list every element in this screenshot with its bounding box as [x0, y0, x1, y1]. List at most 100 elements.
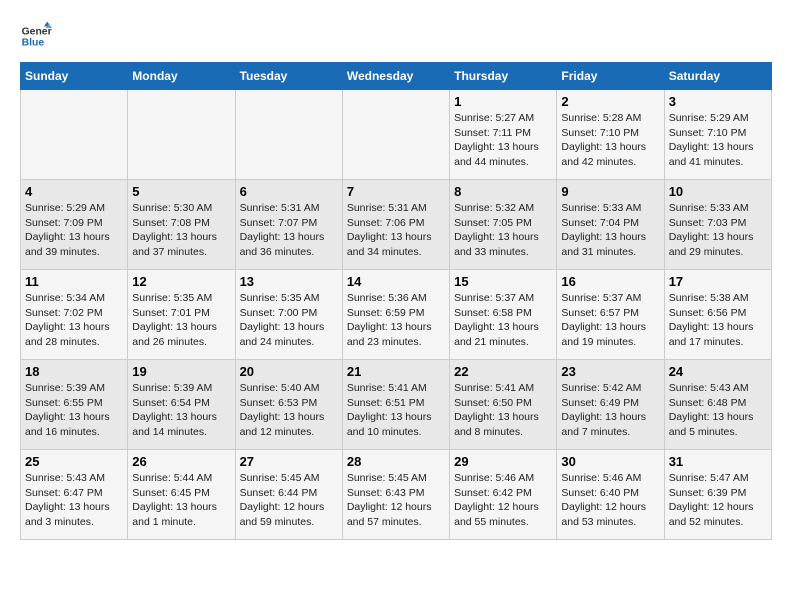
- calendar-week-row: 1Sunrise: 5:27 AM Sunset: 7:11 PM Daylig…: [21, 90, 772, 180]
- day-number: 14: [347, 274, 445, 289]
- day-header-saturday: Saturday: [664, 63, 771, 90]
- calendar-cell: 23Sunrise: 5:42 AM Sunset: 6:49 PM Dayli…: [557, 360, 664, 450]
- day-content: Sunrise: 5:43 AM Sunset: 6:47 PM Dayligh…: [25, 471, 123, 530]
- day-content: Sunrise: 5:28 AM Sunset: 7:10 PM Dayligh…: [561, 111, 659, 170]
- calendar-cell: 8 Sunrise: 5:32 AM Sunset: 7:05 PM Daylig…: [450, 180, 557, 270]
- day-content: Sunrise: 5:32 AM Sunset: 7:05 PM Dayligh…: [454, 201, 552, 260]
- calendar-cell: 16 Sunrise: 5:37 AM Sunset: 6:57 PM Dayli…: [557, 270, 664, 360]
- calendar-cell: 27 Sunrise: 5:45 AM Sunset: 6:44 PM Dayli…: [235, 450, 342, 540]
- day-content: Sunrise: 5:39 AM Sunset: 6:54 PM Dayligh…: [132, 381, 230, 440]
- calendar-cell: 14 Sunrise: 5:36 AM Sunset: 6:59 PM Dayli…: [342, 270, 449, 360]
- calendar-header-row: SundayMondayTuesdayWednesdayThursdayFrid…: [21, 63, 772, 90]
- calendar-cell: 26 Sunrise: 5:44 AM Sunset: 6:45 PM Dayli…: [128, 450, 235, 540]
- day-number: 18: [25, 364, 123, 379]
- calendar-cell: 24Sunrise: 5:43 AM Sunset: 6:48 PM Dayli…: [664, 360, 771, 450]
- day-number: 16: [561, 274, 659, 289]
- day-number: 11: [25, 274, 123, 289]
- calendar-cell: 17 Sunrise: 5:38 AM Sunset: 6:56 PM Dayli…: [664, 270, 771, 360]
- calendar-cell: 25 Sunrise: 5:43 AM Sunset: 6:47 PM Dayli…: [21, 450, 128, 540]
- day-content: Sunrise: 5:45 AM Sunset: 6:43 PM Dayligh…: [347, 471, 445, 530]
- calendar-cell: 7 Sunrise: 5:31 AM Sunset: 7:06 PM Daylig…: [342, 180, 449, 270]
- day-number: 6: [240, 184, 338, 199]
- calendar-cell: 15 Sunrise: 5:37 AM Sunset: 6:58 PM Dayli…: [450, 270, 557, 360]
- day-number: 30: [561, 454, 659, 469]
- page-header: General Blue: [20, 20, 772, 52]
- day-number: 25: [25, 454, 123, 469]
- day-content: Sunrise: 5:33 AM Sunset: 7:03 PM Dayligh…: [669, 201, 767, 260]
- day-number: 17: [669, 274, 767, 289]
- day-number: 22: [454, 364, 552, 379]
- calendar-cell: [21, 90, 128, 180]
- day-content: Sunrise: 5:31 AM Sunset: 7:06 PM Dayligh…: [347, 201, 445, 260]
- day-content: Sunrise: 5:33 AM Sunset: 7:04 PM Dayligh…: [561, 201, 659, 260]
- day-content: Sunrise: 5:37 AM Sunset: 6:57 PM Dayligh…: [561, 291, 659, 350]
- day-content: Sunrise: 5:35 AM Sunset: 7:01 PM Dayligh…: [132, 291, 230, 350]
- day-number: 3: [669, 94, 767, 109]
- calendar-cell: 18 Sunrise: 5:39 AM Sunset: 6:55 PM Dayli…: [21, 360, 128, 450]
- calendar-week-row: 25 Sunrise: 5:43 AM Sunset: 6:47 PM Dayli…: [21, 450, 772, 540]
- day-content: Sunrise: 5:45 AM Sunset: 6:44 PM Dayligh…: [240, 471, 338, 530]
- day-number: 15: [454, 274, 552, 289]
- calendar-table: SundayMondayTuesdayWednesdayThursdayFrid…: [20, 62, 772, 540]
- day-number: 29: [454, 454, 552, 469]
- day-number: 1: [454, 94, 552, 109]
- day-number: 21: [347, 364, 445, 379]
- day-number: 13: [240, 274, 338, 289]
- day-header-friday: Friday: [557, 63, 664, 90]
- calendar-cell: [342, 90, 449, 180]
- day-content: Sunrise: 5:40 AM Sunset: 6:53 PM Dayligh…: [240, 381, 338, 440]
- day-number: 27: [240, 454, 338, 469]
- day-number: 28: [347, 454, 445, 469]
- day-number: 8: [454, 184, 552, 199]
- day-content: Sunrise: 5:30 AM Sunset: 7:08 PM Dayligh…: [132, 201, 230, 260]
- day-header-sunday: Sunday: [21, 63, 128, 90]
- day-content: Sunrise: 5:46 AM Sunset: 6:40 PM Dayligh…: [561, 471, 659, 530]
- day-content: Sunrise: 5:39 AM Sunset: 6:55 PM Dayligh…: [25, 381, 123, 440]
- day-number: 7: [347, 184, 445, 199]
- day-content: Sunrise: 5:31 AM Sunset: 7:07 PM Dayligh…: [240, 201, 338, 260]
- day-content: Sunrise: 5:38 AM Sunset: 6:56 PM Dayligh…: [669, 291, 767, 350]
- svg-text:Blue: Blue: [22, 38, 45, 49]
- calendar-cell: 31 Sunrise: 5:47 AM Sunset: 6:39 PM Dayli…: [664, 450, 771, 540]
- logo-icon: General Blue: [20, 20, 52, 52]
- calendar-cell: 13 Sunrise: 5:35 AM Sunset: 7:00 PM Dayli…: [235, 270, 342, 360]
- calendar-cell: 6 Sunrise: 5:31 AM Sunset: 7:07 PM Daylig…: [235, 180, 342, 270]
- day-content: Sunrise: 5:44 AM Sunset: 6:45 PM Dayligh…: [132, 471, 230, 530]
- day-number: 9: [561, 184, 659, 199]
- day-number: 20: [240, 364, 338, 379]
- day-number: 19: [132, 364, 230, 379]
- day-header-thursday: Thursday: [450, 63, 557, 90]
- day-number: 5: [132, 184, 230, 199]
- calendar-week-row: 4Sunrise: 5:29 AM Sunset: 7:09 PM Daylig…: [21, 180, 772, 270]
- day-number: 31: [669, 454, 767, 469]
- calendar-cell: 4Sunrise: 5:29 AM Sunset: 7:09 PM Daylig…: [21, 180, 128, 270]
- calendar-cell: 28 Sunrise: 5:45 AM Sunset: 6:43 PM Dayli…: [342, 450, 449, 540]
- calendar-cell: 5 Sunrise: 5:30 AM Sunset: 7:08 PM Daylig…: [128, 180, 235, 270]
- day-number: 2: [561, 94, 659, 109]
- calendar-cell: 1Sunrise: 5:27 AM Sunset: 7:11 PM Daylig…: [450, 90, 557, 180]
- day-content: Sunrise: 5:42 AM Sunset: 6:49 PM Dayligh…: [561, 381, 659, 440]
- day-number: 4: [25, 184, 123, 199]
- day-content: Sunrise: 5:29 AM Sunset: 7:10 PM Dayligh…: [669, 111, 767, 170]
- day-content: Sunrise: 5:34 AM Sunset: 7:02 PM Dayligh…: [25, 291, 123, 350]
- calendar-cell: 11 Sunrise: 5:34 AM Sunset: 7:02 PM Dayli…: [21, 270, 128, 360]
- day-header-monday: Monday: [128, 63, 235, 90]
- day-content: Sunrise: 5:47 AM Sunset: 6:39 PM Dayligh…: [669, 471, 767, 530]
- day-number: 12: [132, 274, 230, 289]
- calendar-cell: 20 Sunrise: 5:40 AM Sunset: 6:53 PM Dayli…: [235, 360, 342, 450]
- day-number: 24: [669, 364, 767, 379]
- calendar-cell: 30 Sunrise: 5:46 AM Sunset: 6:40 PM Dayli…: [557, 450, 664, 540]
- day-content: Sunrise: 5:36 AM Sunset: 6:59 PM Dayligh…: [347, 291, 445, 350]
- logo: General Blue: [20, 20, 56, 52]
- day-number: 26: [132, 454, 230, 469]
- day-content: Sunrise: 5:37 AM Sunset: 6:58 PM Dayligh…: [454, 291, 552, 350]
- day-header-wednesday: Wednesday: [342, 63, 449, 90]
- calendar-cell: 29 Sunrise: 5:46 AM Sunset: 6:42 PM Dayli…: [450, 450, 557, 540]
- day-content: Sunrise: 5:35 AM Sunset: 7:00 PM Dayligh…: [240, 291, 338, 350]
- calendar-cell: 10Sunrise: 5:33 AM Sunset: 7:03 PM Dayli…: [664, 180, 771, 270]
- calendar-week-row: 11 Sunrise: 5:34 AM Sunset: 7:02 PM Dayli…: [21, 270, 772, 360]
- calendar-cell: 3 Sunrise: 5:29 AM Sunset: 7:10 PM Daylig…: [664, 90, 771, 180]
- calendar-week-row: 18 Sunrise: 5:39 AM Sunset: 6:55 PM Dayli…: [21, 360, 772, 450]
- svg-text:General: General: [22, 26, 52, 37]
- day-content: Sunrise: 5:46 AM Sunset: 6:42 PM Dayligh…: [454, 471, 552, 530]
